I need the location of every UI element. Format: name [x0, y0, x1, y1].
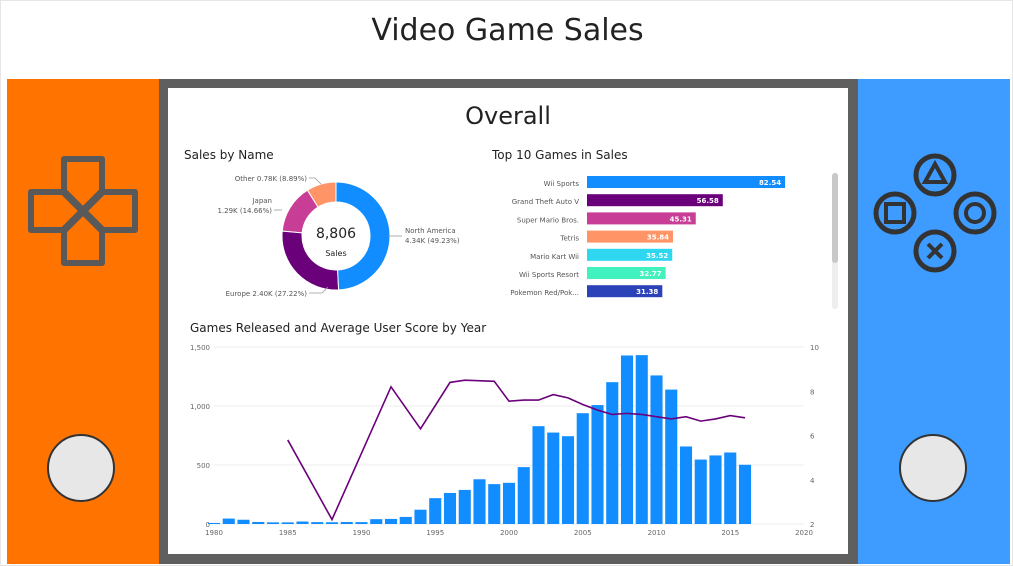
games-released-bar[interactable] [488, 484, 501, 524]
games-released-bar[interactable] [340, 521, 353, 524]
x-axis-tick-label: 2005 [574, 529, 592, 537]
y2-axis-tick-label: 8 [810, 388, 814, 396]
x-axis-tick-label: 1985 [279, 529, 297, 537]
games-released-bar[interactable] [724, 452, 737, 524]
games-released-bar[interactable] [414, 509, 427, 524]
games-released-bar[interactable] [502, 482, 516, 524]
top10-chart-title: Top 10 Games in Sales [492, 148, 628, 162]
games-released-bar[interactable] [665, 389, 678, 524]
games-released-bar[interactable] [606, 382, 619, 524]
y-axis-tick-label: 0 [206, 521, 210, 529]
games-released-bar[interactable] [473, 479, 486, 524]
games-released-bar[interactable] [325, 522, 339, 524]
games-released-bar[interactable] [709, 455, 722, 524]
top10-bar[interactable] [587, 176, 786, 188]
right-joystick-button[interactable] [899, 434, 967, 502]
games-released-bar[interactable] [281, 522, 294, 524]
games-released-combo-chart[interactable]: 0 500 1,000 1,500 2 4 6 8 10 1980 1985 1990 1995 2000… [178, 338, 838, 548]
playstation-buttons-icon [873, 153, 997, 273]
x-axis-tick-label: 1995 [426, 529, 444, 537]
games-released-bar[interactable] [591, 405, 604, 524]
games-released-bar[interactable] [355, 522, 368, 524]
y2-axis-tick-label: 2 [810, 521, 814, 529]
games-released-bar[interactable] [547, 432, 560, 524]
left-controller-panel [7, 79, 159, 564]
games-released-bar[interactable] [429, 498, 442, 524]
top10-category-label: Wii Sports Resort [519, 271, 579, 279]
y-axis-tick-label: 1,500 [190, 344, 210, 352]
donut-chart-title: Sales by Name [184, 148, 274, 162]
report-title: Video Game Sales [371, 13, 644, 48]
x-axis-tick-label: 1990 [353, 529, 371, 537]
y2-axis-tick-label: 6 [810, 433, 815, 441]
x-axis-tick-label: 2015 [721, 529, 739, 537]
y2-axis-tick-label: 4 [810, 477, 815, 485]
y-axis-tick-label: 1,000 [190, 403, 210, 411]
games-released-bar[interactable] [311, 522, 324, 524]
report-canvas: Video Game Sales Overall Sales by Name 8… [0, 0, 1013, 566]
left-joystick-button[interactable] [47, 434, 115, 502]
top10-data-label: 82.54 [759, 179, 781, 187]
games-released-bar[interactable] [370, 519, 383, 524]
top10-category-label: Mario Kart Wii [530, 253, 579, 261]
games-released-bar[interactable] [576, 413, 589, 524]
games-released-bar[interactable] [399, 516, 412, 524]
combo-chart-title: Games Released and Average User Score by… [190, 321, 487, 335]
top10-data-label: 56.58 [697, 197, 719, 205]
donut-label-europe: Europe 2.40K (27.22%) [226, 290, 308, 298]
games-released-bar[interactable] [517, 467, 530, 524]
x-axis-tick-label: 1980 [205, 529, 223, 537]
games-released-bar[interactable] [207, 522, 221, 524]
games-released-bar[interactable] [458, 489, 471, 524]
x-axis-tick-label: 2020 [795, 529, 813, 537]
dpad-icon [28, 156, 138, 266]
donut-center-label: Sales [325, 249, 346, 258]
top10-scrollbar[interactable] [832, 173, 838, 309]
games-released-bar[interactable] [532, 426, 545, 524]
games-released-bar[interactable] [384, 518, 398, 524]
top10-category-label: Pokemon Red/Pok... [510, 289, 579, 297]
report-screen: Overall Sales by Name 8,806 Sales Other … [168, 88, 848, 554]
games-released-bar[interactable] [561, 436, 575, 524]
games-released-bar[interactable] [237, 519, 250, 524]
games-released-bar[interactable] [443, 492, 457, 524]
y2-axis-tick-label: 10 [810, 344, 819, 352]
top10-category-label: Super Mario Bros. [517, 216, 579, 224]
donut-label-na-name: North America [405, 227, 456, 235]
games-released-bar[interactable] [679, 446, 693, 524]
top10-data-label: 35.52 [646, 252, 668, 260]
top10-data-label: 32.77 [639, 270, 661, 278]
donut-center-value: 8,806 [316, 226, 356, 242]
top10-category-label: Wii Sports [544, 180, 580, 188]
top10-category-label: Tetris [559, 235, 579, 243]
donut-label-japan-value: 1.29K (14.66%) [217, 207, 272, 215]
x-axis-tick-label: 2000 [500, 529, 518, 537]
games-released-bar[interactable] [650, 375, 663, 524]
top10-data-label: 31.38 [636, 288, 658, 296]
games-released-bar[interactable] [296, 521, 309, 524]
y-axis-tick-label: 500 [197, 462, 210, 470]
sales-by-name-donut-chart[interactable]: 8,806 Sales Other 0.78K (8.89%) Japan 1.… [172, 168, 482, 318]
games-released-bar[interactable] [266, 522, 280, 524]
games-released-bar[interactable] [222, 518, 235, 524]
top10-data-label: 45.31 [670, 215, 692, 223]
right-controller-panel [858, 79, 1010, 564]
top10-scrollbar-thumb[interactable] [832, 173, 838, 263]
x-axis-tick-label: 2010 [648, 529, 666, 537]
games-released-bar[interactable] [694, 459, 707, 524]
donut-label-other: Other 0.78K (8.89%) [235, 175, 307, 183]
donut-label-na-value: 4.34K (49.23%) [405, 237, 460, 245]
top10-games-bar-chart[interactable]: Wii Sports 82.54 Grand Theft Auto V 56.58 Su… [492, 170, 832, 305]
top10-data-label: 35.84 [647, 234, 669, 242]
games-released-bar[interactable] [252, 521, 265, 524]
top10-category-label: Grand Theft Auto V [512, 198, 580, 206]
screen-title: Overall [465, 102, 551, 130]
games-released-bar[interactable] [738, 464, 752, 524]
games-released-bar[interactable] [620, 355, 634, 524]
games-released-bar[interactable] [635, 355, 648, 524]
donut-label-japan-name: Japan [251, 197, 272, 205]
